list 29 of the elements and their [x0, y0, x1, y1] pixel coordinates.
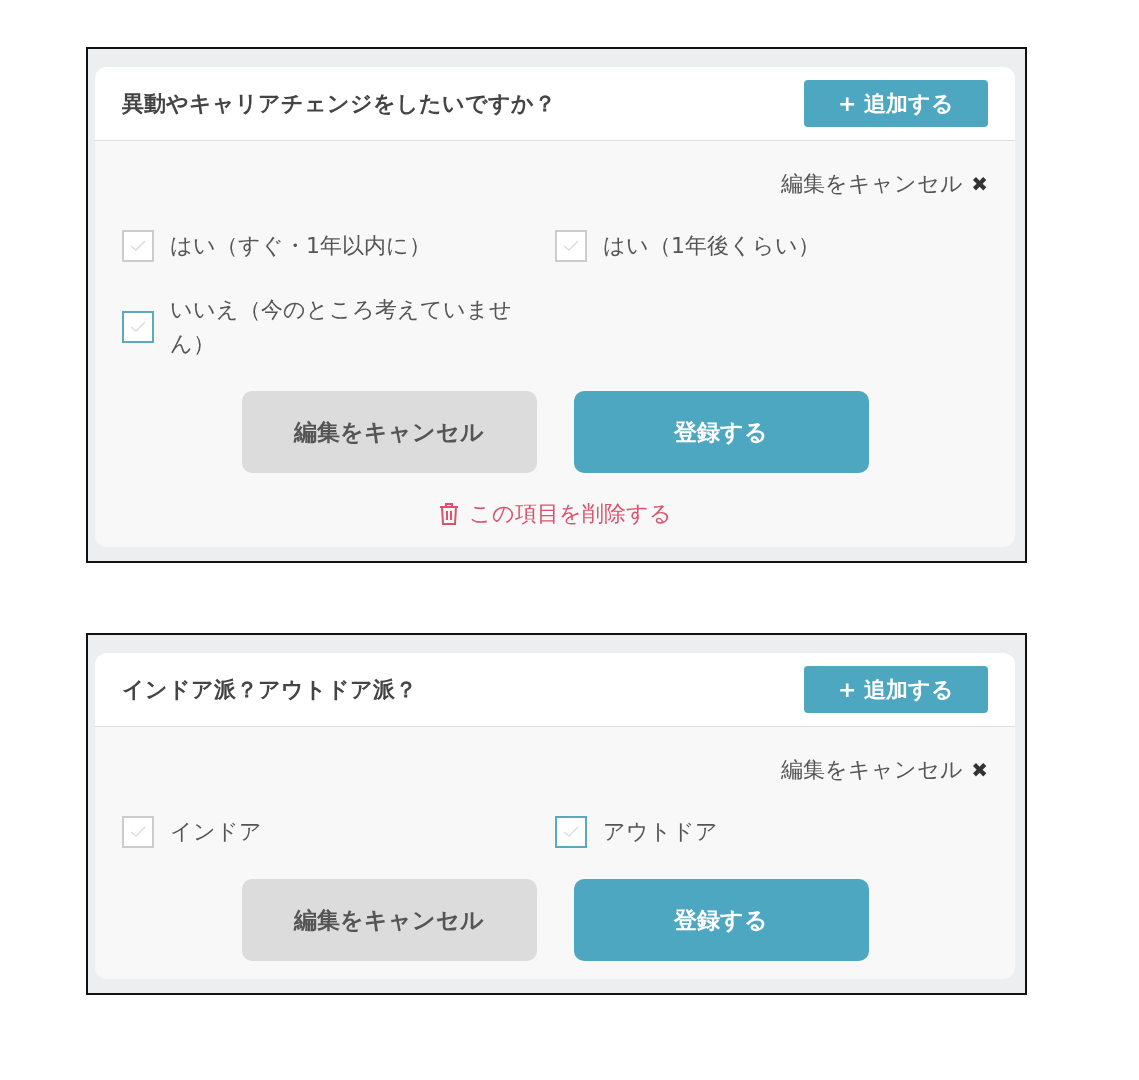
check-icon — [563, 826, 579, 838]
close-icon[interactable]: ✖ — [971, 172, 988, 196]
check-icon — [130, 240, 146, 252]
checkbox[interactable] — [122, 816, 154, 848]
trash-icon — [438, 502, 459, 526]
cancel-edit-link[interactable]: 編集をキャンセル — [781, 755, 964, 785]
submit-button[interactable]: 登録する — [573, 879, 869, 961]
cancel-button[interactable]: 編集をキャンセル — [241, 391, 537, 473]
card-title: 異動やキャリアチェンジをしたいですか？ — [122, 89, 556, 118]
add-button[interactable]: + 追加する — [804, 666, 988, 713]
add-button[interactable]: + 追加する — [804, 80, 988, 127]
check-icon — [130, 826, 146, 838]
card-title: インドア派？アウトドア派？ — [122, 675, 417, 704]
option-label: アウトドア — [603, 818, 719, 846]
cancel-edit-link[interactable]: 編集をキャンセル — [781, 169, 964, 199]
option-label: インドア — [170, 818, 263, 846]
option-label: いいえ（今のところ考えていません） — [170, 296, 513, 358]
option-label: はい（すぐ・1年以内に） — [170, 232, 432, 260]
checkbox[interactable] — [122, 311, 154, 343]
checkbox[interactable] — [555, 230, 587, 262]
submit-button[interactable]: 登録する — [573, 391, 869, 473]
delete-link[interactable]: この項目を削除する — [438, 499, 672, 529]
check-icon — [563, 240, 579, 252]
cancel-button[interactable]: 編集をキャンセル — [241, 879, 537, 961]
option-label: はい（1年後くらい） — [603, 232, 821, 260]
checkbox[interactable] — [122, 230, 154, 262]
close-icon[interactable]: ✖ — [971, 758, 988, 782]
check-icon — [130, 321, 146, 333]
checkbox[interactable] — [555, 816, 587, 848]
